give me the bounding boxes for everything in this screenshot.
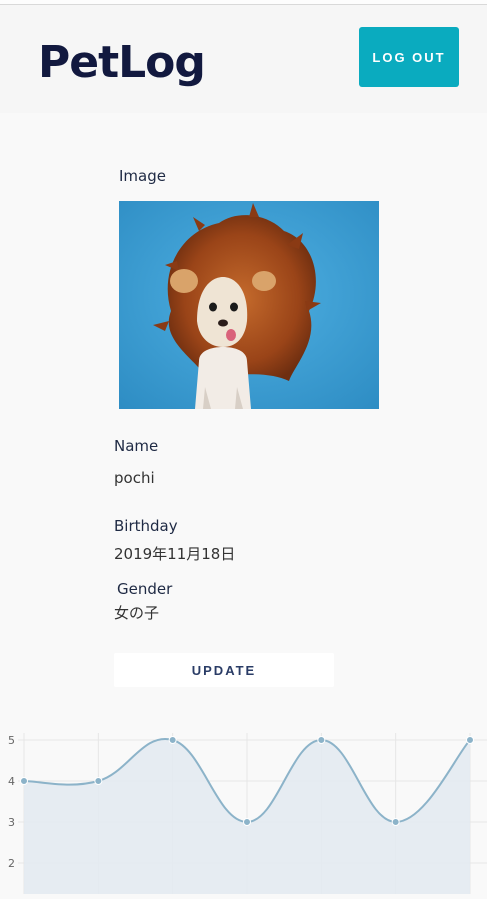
gender-label: Gender <box>117 580 173 598</box>
app-logo: PetLog <box>38 37 206 88</box>
chart-y-tick-label: 4 <box>8 775 15 788</box>
update-button[interactable]: UPDATE <box>114 653 334 687</box>
chart-data-point <box>317 736 326 744</box>
chart-data-point <box>94 777 103 785</box>
chart-y-tick-label: 5 <box>8 734 15 747</box>
chart-data-point <box>20 777 28 785</box>
weight-chart: 5 4 3 2 <box>0 725 487 894</box>
chart-y-tick-label: 2 <box>8 857 15 870</box>
image-label: Image <box>119 167 166 185</box>
pet-photo <box>119 201 379 409</box>
name-value: pochi <box>114 469 155 487</box>
logout-button[interactable]: LOG OUT <box>359 27 459 87</box>
birthday-label: Birthday <box>114 517 178 535</box>
chart-data-point <box>168 736 177 744</box>
name-label: Name <box>114 437 159 455</box>
chart-data-point <box>243 818 251 826</box>
chart-data-point <box>391 818 400 826</box>
chart-y-tick-label: 3 <box>8 816 15 829</box>
birthday-value: 2019年11月18日 <box>114 545 236 563</box>
chart-data-point <box>466 736 474 744</box>
app-header: PetLog LOG OUT <box>0 5 487 113</box>
gender-value: 女の子 <box>114 604 160 622</box>
